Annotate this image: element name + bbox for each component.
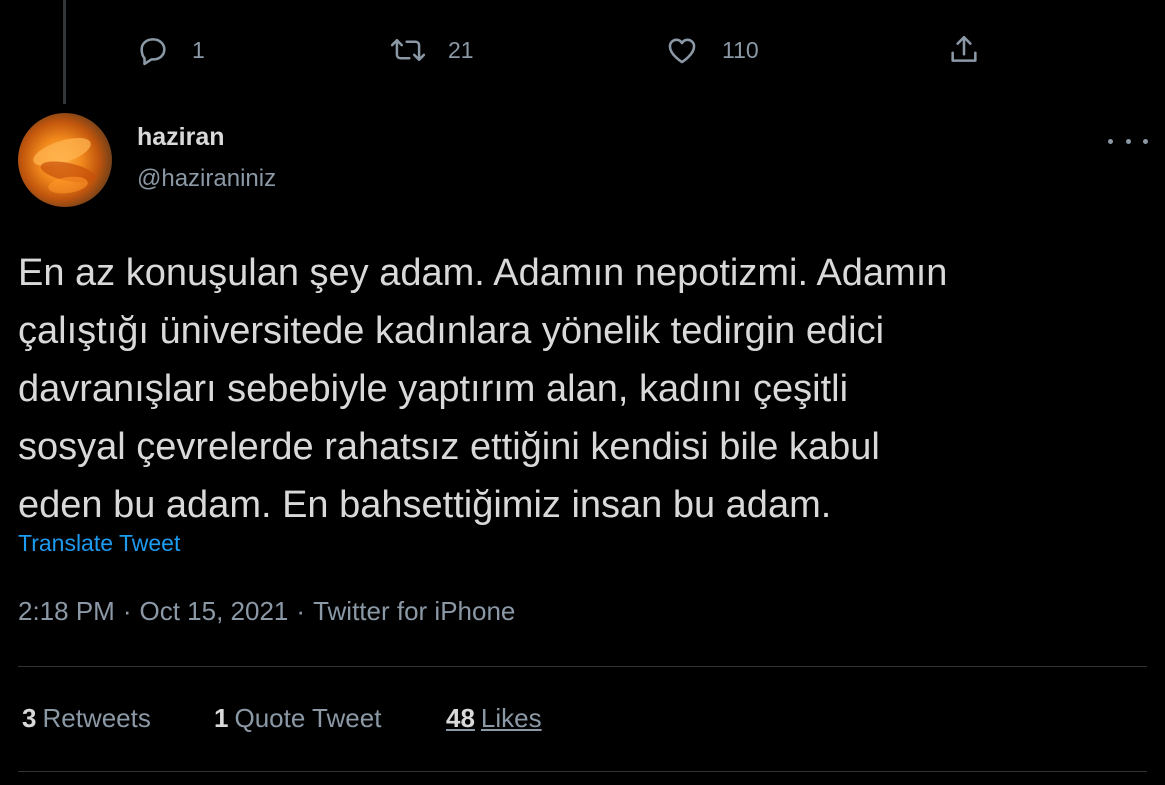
like-count: 110 [722,36,759,63]
more-icon-dot [1143,138,1148,144]
retweet-icon [390,33,426,67]
retweets-label: Retweets [42,703,151,733]
retweet-count: 21 [448,36,474,63]
more-icon-dot [1125,138,1131,144]
quote-tweets-stat-link[interactable]: 1 Quote Tweet [214,703,381,734]
tweet-metadata: 2:18 PM · Oct 15, 2021 · Twitter for iPhone [18,596,515,627]
tweet-source[interactable]: Twitter for iPhone [313,596,515,626]
like-button[interactable]: 110 [664,28,759,72]
tweet-time[interactable]: 2:18 PM [18,596,115,626]
reply-count: 1 [192,36,205,63]
likes-label: Likes [480,703,542,733]
share-button[interactable] [947,28,981,72]
tweet-text-line: sosyal çevrelerde rahatsız ettiğini kend… [18,426,880,468]
avatar[interactable] [18,113,112,207]
divider [18,666,1147,667]
quote-tweets-label: Quote Tweet [234,703,382,733]
tweet-text-line: eden bu adam. En bahsettiğimiz insan bu … [18,484,832,526]
heart-icon [664,33,700,67]
quote-tweets-number: 1 [214,703,229,733]
tweet-text-line: çalıştığı üniversitede kadınlara yönelik… [18,310,885,352]
likes-number: 48 [446,703,475,733]
thread-connector-line [63,0,66,104]
divider [18,771,1147,772]
likes-stat-link[interactable]: 48 Likes [446,703,542,734]
share-icon [947,33,981,67]
retweets-number: 3 [22,703,37,733]
reply-button[interactable]: 1 [136,28,205,72]
retweets-stat-link[interactable]: 3 Retweets [22,703,151,734]
translate-tweet-link[interactable]: Translate Tweet [18,530,180,557]
meta-separator: · [122,596,132,626]
reply-icon [136,33,170,67]
tweet-date[interactable]: Oct 15, 2021 [140,596,289,626]
tweet-text-line: En az konuşulan şey adam. Adamın nepotiz… [18,252,948,294]
tweet-text-line: davranışları sebebiyle yaptırım alan, ka… [18,368,849,410]
more-icon-dot [1108,138,1113,144]
meta-separator: · [296,596,306,626]
retweet-button[interactable]: 21 [390,28,474,72]
user-handle[interactable]: @haziraniniz [137,165,276,193]
tweet-text: En az konuşulan şey adam. Adamın nepotiz… [18,244,1158,534]
more-icon[interactable] [1108,128,1148,154]
avatar-artwork-fold-lower [47,174,89,196]
display-name[interactable]: haziran [137,123,225,152]
